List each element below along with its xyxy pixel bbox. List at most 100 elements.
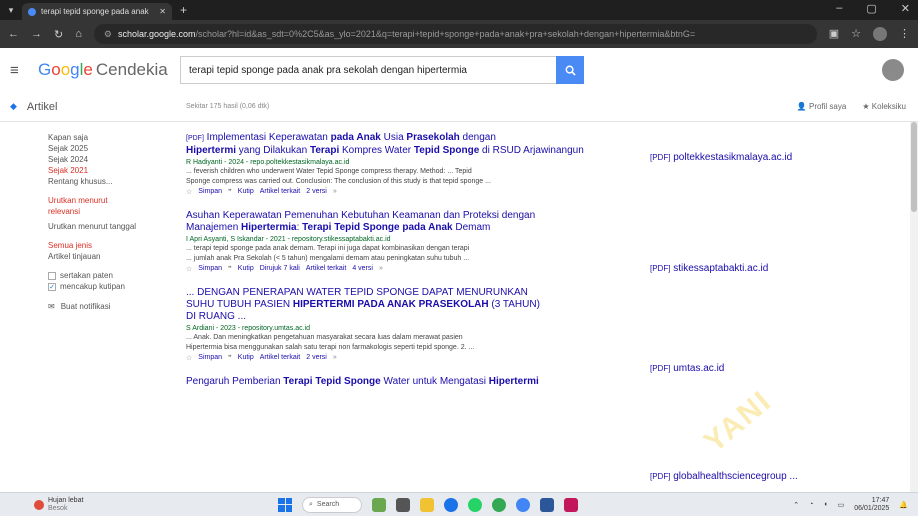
search-icon: ⌕: [309, 500, 313, 508]
bookmark-star-icon[interactable]: ☆: [851, 27, 861, 41]
reload-icon[interactable]: ↻: [54, 28, 63, 41]
weather-alert-icon: [34, 499, 44, 510]
diamond-icon: ◆: [10, 101, 17, 111]
profile-link[interactable]: 👤 Profil saya: [797, 102, 847, 111]
versions-link[interactable]: 2 versi: [306, 354, 327, 362]
browser-menu-icon[interactable]: ⋮: [899, 27, 910, 41]
type-review[interactable]: Artikel tinjauan: [48, 251, 178, 262]
word-icon[interactable]: [540, 497, 554, 512]
more-icon[interactable]: »: [379, 265, 383, 273]
scholar-header: ≡ Google Cendekia terapi tepid sponge pad…: [0, 48, 918, 92]
widgets-icon[interactable]: [372, 497, 386, 512]
result-title-link[interactable]: Pengaruh Pemberian Terapi Tepid Sponge W…: [186, 376, 646, 388]
more-icon[interactable]: »: [333, 354, 337, 362]
time-filter-2024[interactable]: Sejak 2024: [48, 154, 178, 165]
pdf-link[interactable]: [PDF] stikessaptabakti.ac.id: [650, 263, 768, 274]
save-link[interactable]: Simpan: [198, 265, 222, 273]
system-tray: ⌃ ◔ ◖ ▭ 17:47 06/01/2025 🔔: [793, 497, 908, 513]
site-info-icon[interactable]: ⚙: [104, 29, 112, 40]
minimize-icon[interactable]: –: [836, 2, 842, 15]
result-title-link[interactable]: ... DENGAN PENERAPAN WATER TEPID SPONGE …: [186, 287, 646, 323]
cite-quote-icon[interactable]: ❞: [228, 265, 232, 273]
watermark: YANI: [698, 384, 779, 459]
close-window-icon[interactable]: ✕: [901, 2, 910, 15]
chrome-icon[interactable]: [492, 497, 506, 512]
result-title-link[interactable]: [PDF] Implementasi Keperawatan pada Anak…: [186, 132, 646, 157]
cite-link[interactable]: Kutip: [238, 354, 254, 362]
pdf-link[interactable]: [PDF] poltekkestasikmalaya.ac.id: [650, 152, 792, 163]
save-link[interactable]: Simpan: [198, 354, 222, 362]
results-subbar: ◆ Artikel Sekitar 175 hasil (0,06 dtk) 👤…: [0, 92, 918, 122]
result-item: ... DENGAN PENERAPAN WATER TEPID SPONGE …: [186, 287, 646, 362]
whatsapp-icon[interactable]: [468, 497, 482, 512]
tray-chevron-icon[interactable]: ⌃: [793, 501, 799, 509]
volume-icon[interactable]: ◖: [823, 501, 827, 508]
sort-date[interactable]: Urutkan menurut tanggal: [48, 221, 178, 232]
save-star-icon[interactable]: ☆: [186, 265, 192, 273]
home-icon[interactable]: ⌂: [75, 28, 82, 40]
search-input[interactable]: terapi tepid sponge pada anak pra sekola…: [181, 65, 556, 76]
chrome-profile-icon[interactable]: [516, 497, 530, 512]
user-avatar[interactable]: [882, 59, 904, 81]
versions-link[interactable]: 2 versi: [306, 188, 327, 196]
cite-quote-icon[interactable]: ❞: [228, 354, 232, 362]
url-field[interactable]: ⚙ scholar.google.com /scholar?hl=id&as_s…: [93, 24, 817, 44]
notification-bell-icon[interactable]: 🔔: [899, 501, 908, 509]
edge-icon[interactable]: [444, 497, 458, 512]
related-articles-link[interactable]: Artikel terkait: [260, 188, 300, 196]
versions-link[interactable]: 4 versi: [352, 265, 373, 273]
time-filter-2021[interactable]: Sejak 2021: [48, 165, 178, 176]
tab-search-button[interactable]: ▾: [0, 0, 22, 20]
include-patents-checkbox[interactable]: sertakan paten: [48, 270, 178, 281]
maximize-icon[interactable]: ▢: [866, 2, 876, 15]
include-citations-checkbox[interactable]: ✓ mencakup kutipan: [48, 281, 178, 292]
clock[interactable]: 17:47 06/01/2025: [854, 497, 889, 513]
time-filter-2025[interactable]: Sejak 2025: [48, 143, 178, 154]
save-link[interactable]: Simpan: [198, 188, 222, 196]
new-tab-button[interactable]: +: [180, 3, 187, 17]
file-explorer-icon[interactable]: [420, 497, 434, 512]
pdf-link[interactable]: [PDF] umtas.ac.id: [650, 363, 724, 374]
sort-relevance[interactable]: Urutkan menurut relevansi: [48, 195, 108, 217]
weather-widget[interactable]: Hujan lebat Besok: [34, 497, 83, 513]
more-icon[interactable]: »: [333, 188, 337, 196]
result-item: Asuhan Keperawatan Pemenuhan Kebutuhan K…: [186, 210, 646, 273]
url-path: /scholar?hl=id&as_sdt=0%2C5&as_ylo=2021&…: [195, 29, 696, 39]
wifi-icon[interactable]: ◔: [809, 501, 813, 508]
media-app-icon[interactable]: [564, 497, 578, 512]
forward-icon[interactable]: →: [31, 28, 42, 40]
page-scrollbar[interactable]: [910, 122, 918, 492]
result-title-link[interactable]: Asuhan Keperawatan Pemenuhan Kebutuhan K…: [186, 210, 646, 234]
cite-link[interactable]: Kutip: [238, 265, 254, 273]
save-star-icon[interactable]: ☆: [186, 188, 192, 196]
windows-start-icon[interactable]: [278, 497, 292, 512]
cite-link[interactable]: Kutip: [238, 188, 254, 196]
browser-profile-avatar[interactable]: [873, 27, 887, 41]
scrollbar-thumb[interactable]: [911, 122, 917, 212]
extension-icon[interactable]: ▣: [829, 27, 839, 41]
related-articles-link[interactable]: Artikel terkait: [306, 265, 346, 273]
close-tab-icon[interactable]: ✕: [159, 7, 166, 16]
cite-quote-icon[interactable]: ❞: [228, 188, 232, 196]
battery-icon[interactable]: ▭: [838, 501, 845, 509]
google-scholar-logo[interactable]: Google Cendekia: [38, 60, 168, 80]
window-controls: – ▢ ✕: [836, 2, 910, 15]
browser-tab[interactable]: terapi tepid sponge pada anak ✕: [22, 3, 172, 20]
result-snippet: ... feverish children who underwent Wate…: [186, 168, 491, 185]
cited-by-link[interactable]: Dirujuk 7 kali: [260, 265, 300, 273]
taskbar-search[interactable]: ⌕ Search: [302, 496, 362, 513]
section-selector[interactable]: ◆ Artikel: [10, 101, 57, 113]
pdf-link[interactable]: [PDF] globalhealthsciencegroup ...: [650, 471, 798, 482]
hamburger-menu-icon[interactable]: ≡: [10, 62, 26, 79]
library-link[interactable]: ★ Koleksiku: [862, 102, 906, 111]
back-icon[interactable]: ←: [8, 28, 19, 40]
type-all[interactable]: Semua jenis: [48, 240, 178, 251]
related-articles-link[interactable]: Artikel terkait: [260, 354, 300, 362]
create-alert-link[interactable]: ✉ Buat notifikasi: [48, 302, 178, 311]
time-filter-custom[interactable]: Rentang khusus...: [48, 176, 178, 187]
task-view-icon[interactable]: [396, 497, 410, 512]
time-filter-any[interactable]: Kapan saja: [48, 132, 178, 143]
taskbar-apps: ⌕ Search: [278, 496, 578, 513]
save-star-icon[interactable]: ☆: [186, 354, 192, 362]
search-button[interactable]: [556, 56, 584, 84]
